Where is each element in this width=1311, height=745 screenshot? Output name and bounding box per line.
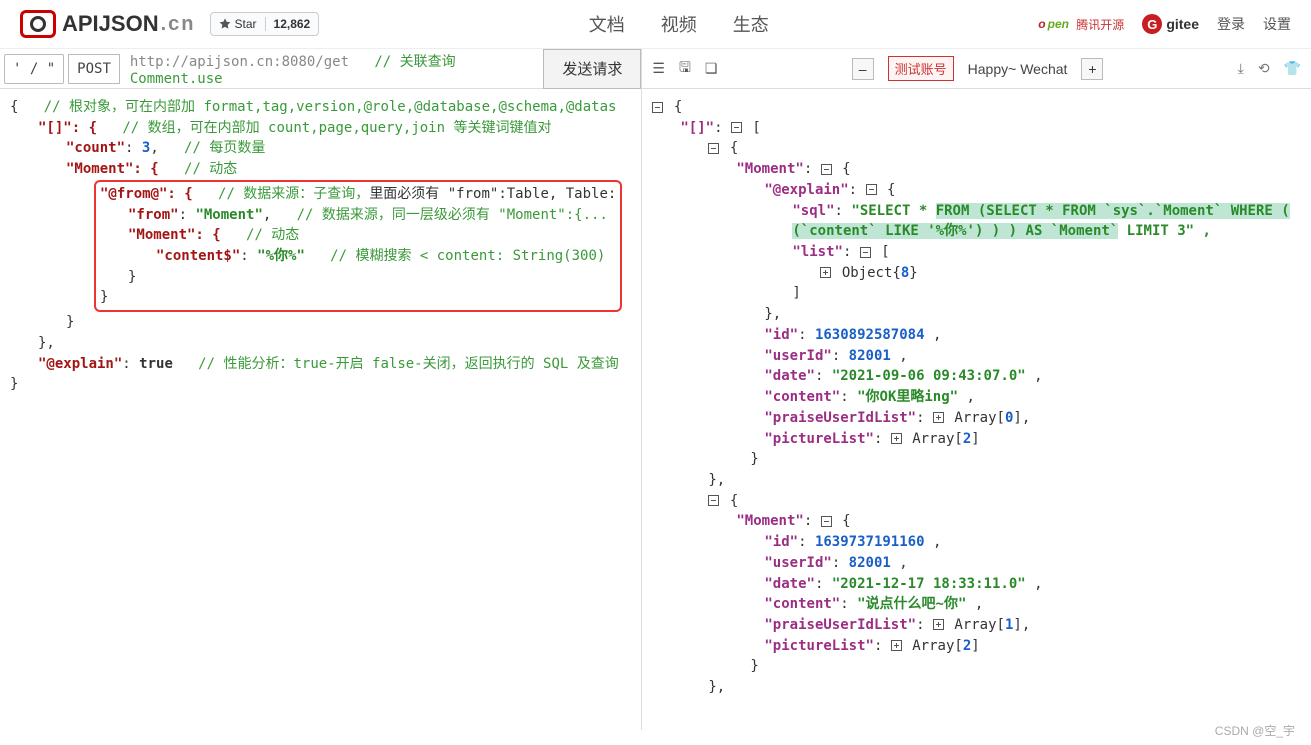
layers-icon[interactable]: ❏ (705, 60, 718, 77)
star-count: 12,862 (266, 17, 319, 31)
request-bar: ' / " POST http://apijson.cn:8080/get //… (0, 49, 641, 89)
save-icon[interactable]: 🖫 (679, 57, 691, 81)
download-icon[interactable]: ⤓ (1238, 60, 1244, 77)
nav-video[interactable]: 视频 (661, 11, 697, 37)
highlighted-query-block: "@from@": { // 数据来源：子查询，里面必须有 "from":Tab… (94, 180, 622, 312)
send-button[interactable]: 发送请求 (543, 49, 641, 89)
expand-icon[interactable] (933, 619, 944, 630)
collapse-icon[interactable] (860, 247, 871, 258)
watermark: CSDN @空_宇 (1215, 722, 1295, 739)
brand-logo[interactable]: APIJSON.cn (20, 10, 196, 38)
list-icon[interactable]: ☰ (652, 60, 665, 77)
tshirt-icon[interactable]: 👕 (1284, 60, 1301, 77)
response-viewer[interactable]: { "[]": [ { "Moment": { "@explain": { "s… (642, 89, 1311, 706)
remove-account-button[interactable]: – (852, 58, 874, 80)
expand-icon[interactable] (820, 267, 831, 278)
account-name[interactable]: Happy~ Wechat (968, 61, 1068, 77)
collapse-icon[interactable] (652, 102, 663, 113)
github-star-button[interactable]: Star 12,862 (210, 12, 320, 36)
nav-docs[interactable]: 文档 (589, 11, 625, 37)
expand-icon[interactable] (891, 640, 902, 651)
expand-icon[interactable] (891, 433, 902, 444)
app-header: APIJSON.cn Star 12,862 文档 视频 生态 open 腾讯开… (0, 0, 1311, 49)
collapse-icon[interactable] (821, 516, 832, 527)
response-pane: ☰ 🖫 ❏ – 测试账号 Happy~ Wechat + ⤓ ⟲ 👕 { "[]… (642, 49, 1311, 730)
share-icon[interactable]: ⟲ (1258, 60, 1270, 77)
nav-center: 文档 视频 生态 (319, 11, 1038, 37)
request-pane: ' / " POST http://apijson.cn:8080/get //… (0, 49, 642, 730)
response-toolbar: ☰ 🖫 ❏ – 测试账号 Happy~ Wechat + ⤓ ⟲ 👕 (642, 49, 1311, 89)
logo-icon (20, 10, 56, 38)
request-body-editor[interactable]: { // 根对象，可在内部加 format,tag,version,@role,… (0, 89, 641, 403)
header-right: open 腾讯开源 Ggitee 登录 设置 (1038, 14, 1291, 34)
brand-suffix: .cn (161, 13, 196, 36)
add-account-button[interactable]: + (1081, 58, 1103, 80)
collapse-icon[interactable] (708, 143, 719, 154)
collapse-icon[interactable] (731, 122, 742, 133)
http-method[interactable]: POST (68, 54, 120, 84)
star-label[interactable]: Star (211, 17, 266, 31)
tencent-open-badge[interactable]: open 腾讯开源 (1038, 16, 1124, 33)
main-split: ' / " POST http://apijson.cn:8080/get //… (0, 49, 1311, 730)
brand-text: APIJSON (62, 11, 159, 37)
collapse-icon[interactable] (866, 184, 877, 195)
collapse-icon[interactable] (708, 495, 719, 506)
collapse-icon[interactable] (821, 164, 832, 175)
expand-icon[interactable] (933, 412, 944, 423)
settings-link[interactable]: 设置 (1263, 14, 1291, 34)
test-account-badge[interactable]: 测试账号 (888, 56, 954, 81)
url-input[interactable]: http://apijson.cn:8080/get // 关联查询 Comme… (124, 51, 543, 87)
gitee-badge[interactable]: Ggitee (1142, 14, 1199, 34)
login-link[interactable]: 登录 (1217, 14, 1245, 34)
quote-toggle[interactable]: ' / " (4, 54, 64, 84)
nav-eco[interactable]: 生态 (733, 11, 769, 37)
